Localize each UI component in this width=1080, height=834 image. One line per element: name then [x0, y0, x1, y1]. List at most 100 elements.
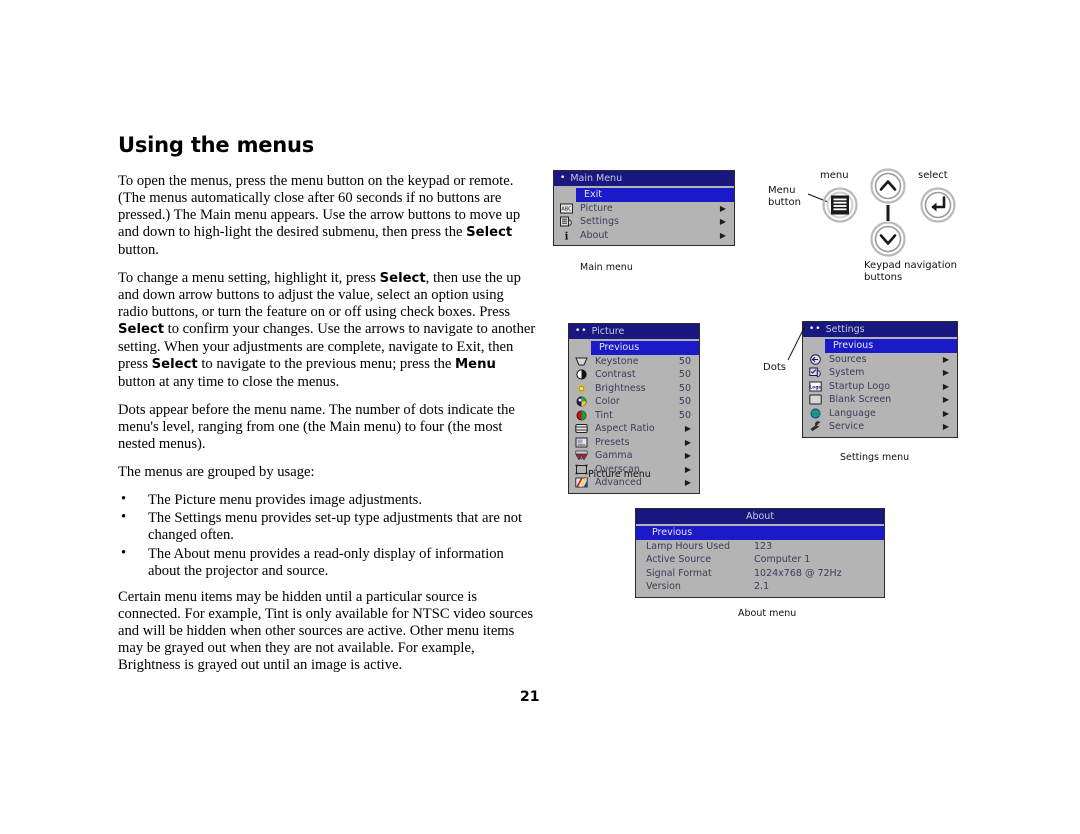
- about-menu-title-bar: About: [636, 509, 884, 524]
- submenu-arrow-icon: ▶: [719, 203, 726, 213]
- picture-row-label: Contrast: [595, 369, 636, 380]
- main-row-label: Exit: [584, 189, 602, 200]
- main-menu-caption: Main menu: [580, 262, 633, 273]
- main-row-picture[interactable]: ABC Picture ▶: [554, 202, 734, 216]
- main-row-about[interactable]: i About ▶: [554, 229, 734, 243]
- settings-row-label: Blank Screen: [829, 394, 892, 405]
- settings-row-label: Service: [829, 421, 865, 432]
- article-text-column: Using the menus To open the menus, press…: [118, 133, 536, 685]
- svg-text:ABC: ABC: [561, 206, 572, 212]
- about-row-active-source[interactable]: Active Source Computer 1: [636, 553, 884, 567]
- picture-row-gamma[interactable]: Gamma ▶: [569, 449, 699, 463]
- menu-button-annotation-line1: Menu: [768, 185, 796, 196]
- menu-button-label: menu: [820, 170, 849, 181]
- list-item-label: The About menu provides a read-only disp…: [148, 546, 504, 580]
- paragraph-3: Dots appear before the menu name. The nu…: [118, 401, 515, 452]
- list-item: • The Picture menu provides image adjust…: [118, 490, 536, 509]
- about-row-value: 2.1: [754, 581, 770, 592]
- down-arrow-key-icon: [870, 221, 906, 257]
- settings-row-label: Previous: [833, 340, 874, 351]
- page-title: Using the menus: [118, 133, 315, 157]
- bullet-glyph: •: [121, 545, 127, 562]
- select-key-icon: [920, 187, 956, 223]
- keystone-icon: [571, 355, 591, 367]
- color-icon: [571, 396, 591, 408]
- about-menu-caption: About menu: [738, 608, 797, 619]
- abc-box-icon: ABC: [556, 202, 576, 214]
- emphasis-term: Select: [466, 224, 513, 240]
- settings-menu-rows: Previous Sources ▶ System ▶ Logo Startup Logo ▶…: [803, 337, 957, 437]
- submenu-arrow-icon: ▶: [684, 424, 691, 433]
- picture-menu-title: Picture: [591, 326, 625, 337]
- picture-row-label: Brightness: [595, 382, 646, 394]
- dots-leader-line-svg: [787, 323, 807, 361]
- info-i-icon: i: [556, 229, 576, 241]
- settings-row-label: Startup Logo: [829, 380, 891, 392]
- picture-row-tint[interactable]: Tint 50: [569, 409, 699, 423]
- about-row-lamp-hours-used[interactable]: Lamp Hours Used 123: [636, 540, 884, 554]
- about-menu-panel[interactable]: About Previous Lamp Hours Used 123 Active S…: [635, 508, 885, 598]
- main-menu-title-bar: • Main Menu: [554, 171, 734, 186]
- picture-row-label: Keystone: [595, 355, 639, 367]
- service-wrench-icon: [805, 421, 825, 433]
- picture-row-label: Gamma: [595, 450, 633, 461]
- submenu-arrow-icon: ▶: [942, 354, 949, 364]
- settings-row-label: System: [829, 367, 865, 378]
- submenu-arrow-icon: ▶: [719, 230, 726, 240]
- keypad-navigation-diagram: menu select Menu button Keypad navigatio…: [760, 160, 990, 290]
- list-item: • The About menu provides a read-only di…: [118, 545, 536, 580]
- submenu-arrow-icon: ▶: [942, 408, 949, 418]
- settings-row-language[interactable]: Language ▶: [803, 407, 957, 421]
- settings-row-startup-logo[interactable]: Logo Startup Logo ▶: [803, 380, 957, 394]
- submenu-arrow-icon: ▶: [684, 478, 691, 487]
- picture-row-color[interactable]: Color 50: [569, 395, 699, 409]
- picture-row-brightness[interactable]: Brightness 50: [569, 382, 699, 396]
- picture-row-aspect-ratio[interactable]: Aspect Ratio ▶: [569, 422, 699, 436]
- settings-row-label: Sources: [829, 353, 867, 365]
- submenu-arrow-icon: ▶: [684, 464, 691, 474]
- picture-row-keystone[interactable]: Keystone 50: [569, 355, 699, 369]
- settings-row-blank-screen[interactable]: Blank Screen ▶: [803, 393, 957, 407]
- picture-row-presets[interactable]: Presets ▶: [569, 436, 699, 450]
- picture-row-label: Aspect Ratio: [595, 423, 655, 434]
- paragraph-2: To change a menu setting, highlight it, …: [118, 269, 536, 390]
- settings-row-service[interactable]: Service ▶: [803, 420, 957, 434]
- settings-menu-title-bar: •• Settings: [803, 322, 957, 337]
- about-row-signal-format[interactable]: Signal Format 1024x768 @ 72Hz: [636, 567, 884, 581]
- paragraph-4: The menus are grouped by usage:: [118, 463, 315, 480]
- settings-row-previous[interactable]: Previous: [825, 339, 957, 353]
- language-globe-icon: [805, 407, 825, 419]
- picture-row-label: Tint: [595, 409, 613, 421]
- settings-menu-panel[interactable]: •• Settings Previous Sources ▶ System ▶ Logo St…: [802, 321, 958, 438]
- emphasis-term: Select: [379, 270, 426, 286]
- picture-row-value: 50: [678, 369, 691, 380]
- picture-row-value: 50: [678, 396, 691, 407]
- list-item: • The Settings menu provides set-up type…: [118, 509, 536, 544]
- picture-row-previous[interactable]: Previous: [591, 341, 699, 355]
- keypad-connector-bar: [886, 205, 890, 221]
- submenu-arrow-icon: ▶: [684, 451, 691, 460]
- bullet-glyph: •: [121, 509, 127, 526]
- main-row-label: Settings: [580, 216, 619, 227]
- picture-row-value: 50: [678, 409, 691, 421]
- about-row-label: Lamp Hours Used: [646, 540, 731, 552]
- settings-menu-title: Settings: [825, 324, 865, 335]
- presets-icon: [571, 436, 591, 448]
- main-row-exit[interactable]: Exit: [576, 188, 734, 202]
- about-row-version[interactable]: Version 2.1: [636, 580, 884, 594]
- emphasis-term: Menu: [455, 357, 496, 373]
- menu-level-dots: ••: [575, 326, 588, 336]
- settings-row-sources[interactable]: Sources ▶: [803, 353, 957, 367]
- about-menu-title: About: [745, 511, 775, 522]
- about-row-previous[interactable]: Previous: [636, 526, 884, 540]
- bullet-glyph: •: [121, 490, 127, 507]
- startup-logo-icon: Logo: [805, 380, 825, 392]
- settings-row-system[interactable]: System ▶: [803, 366, 957, 380]
- picture-menu-panel[interactable]: •• Picture Previous Keystone 50 Contrast 50 Br…: [568, 323, 700, 494]
- emphasis-term: Select: [151, 357, 198, 373]
- select-button-label: select: [918, 170, 948, 181]
- main-menu-panel[interactable]: • Main Menu Exit ABC Picture ▶ Settings ▶ i Abou…: [553, 170, 735, 246]
- submenu-arrow-icon: ▶: [942, 395, 949, 404]
- main-row-settings[interactable]: Settings ▶: [554, 215, 734, 229]
- picture-row-contrast[interactable]: Contrast 50: [569, 368, 699, 382]
